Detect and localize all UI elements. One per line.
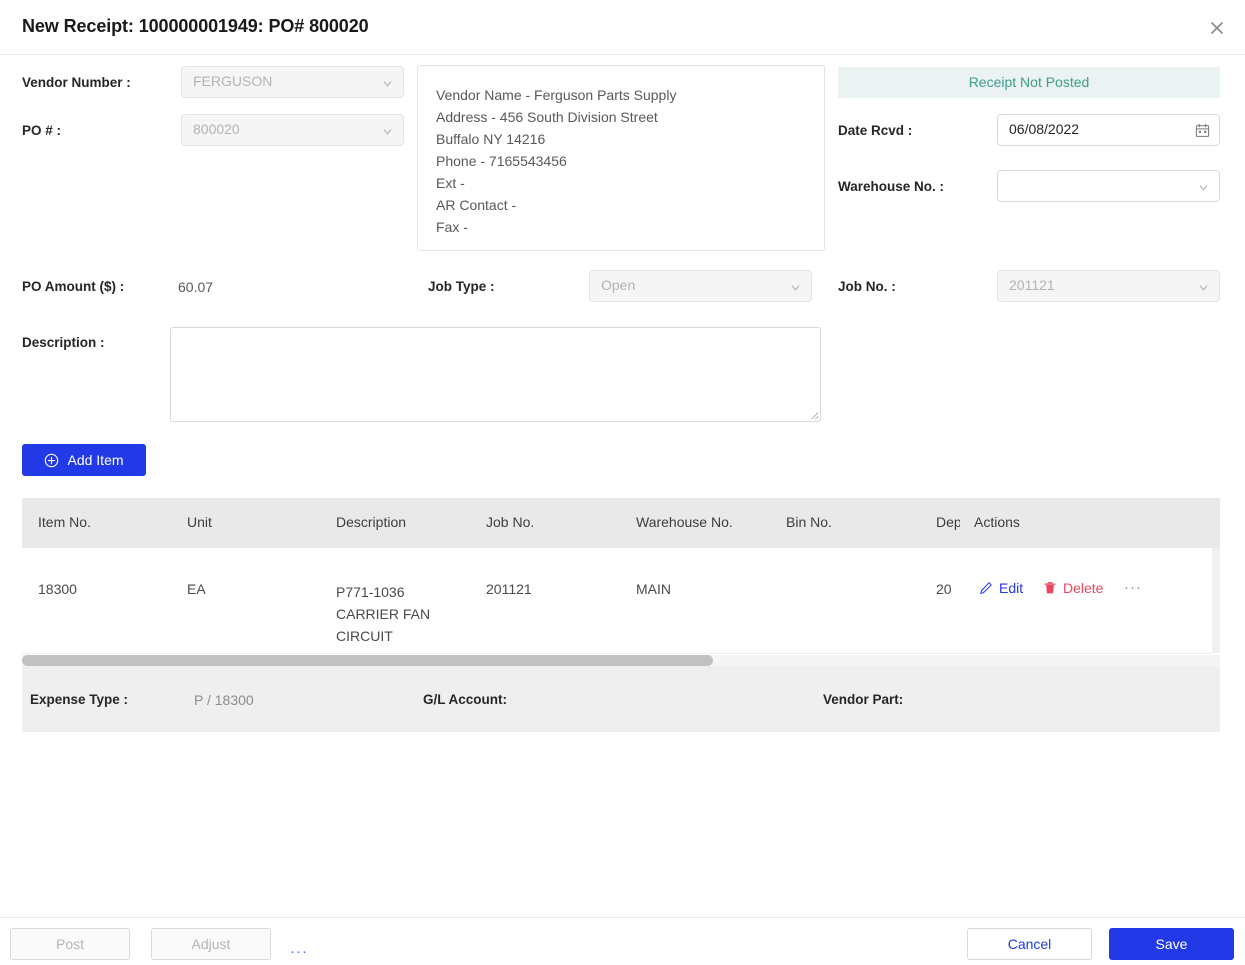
vendor-info-line: Fax - xyxy=(436,219,468,235)
vendor-number-label: Vendor Number : xyxy=(22,75,131,90)
table-header-actions: Actions xyxy=(974,514,1020,530)
edit-button[interactable]: Edit xyxy=(979,580,1023,596)
job-no-select[interactable]: 201121 xyxy=(997,270,1220,302)
description-input[interactable] xyxy=(170,327,821,422)
table-row: 18300 EA P771-1036 CARRIER FAN CIRCUIT 2… xyxy=(22,548,1212,654)
post-button[interactable]: Post xyxy=(10,928,130,960)
cell-unit: EA xyxy=(187,581,206,597)
job-type-label: Job Type : xyxy=(428,279,495,294)
table-vertical-scrollbar[interactable] xyxy=(1212,548,1220,653)
plus-circle-icon xyxy=(44,453,59,468)
table-header-row: Item No. Unit Description Job No. Wareho… xyxy=(22,498,1220,548)
gl-account-label: G/L Account: xyxy=(423,692,507,707)
description-label: Description : xyxy=(22,335,105,350)
cell-description: P771-1036 CARRIER FAN CIRCUIT xyxy=(336,584,431,644)
vendor-info-line: AR Contact - xyxy=(436,197,517,213)
po-number-select[interactable]: 800020 xyxy=(181,114,404,146)
adjust-button[interactable]: Adjust xyxy=(151,928,271,960)
chevron-down-icon xyxy=(790,282,801,293)
vendor-info-line: Ext - xyxy=(436,175,465,191)
vendor-info-line: Phone - 7165543456 xyxy=(436,153,567,169)
po-number-value: 800020 xyxy=(193,121,240,137)
expanded-row-detail: Expense Type : P / 18300 G/L Account: Ve… xyxy=(22,666,1220,732)
date-rcvd-label: Date Rcvd : xyxy=(838,123,913,138)
date-rcvd-value: 06/08/2022 xyxy=(1009,121,1080,137)
job-type-value: Open xyxy=(601,277,636,293)
status-badge: Receipt Not Posted xyxy=(838,67,1220,98)
chevron-down-icon xyxy=(1198,282,1209,293)
vendor-number-select[interactable]: FERGUSON xyxy=(181,66,404,98)
chevron-down-icon xyxy=(1198,182,1209,193)
warehouse-no-select[interactable] xyxy=(997,170,1220,202)
vendor-info-line: Buffalo NY 14216 xyxy=(436,131,546,147)
job-type-select[interactable]: Open xyxy=(589,270,812,302)
calendar-icon[interactable] xyxy=(1195,123,1210,138)
vendor-number-value: FERGUSON xyxy=(193,73,273,89)
table-header-unit[interactable]: Unit xyxy=(187,514,212,530)
po-amount-label: PO Amount ($) : xyxy=(22,279,125,294)
table-header-bin-no[interactable]: Bin No. xyxy=(786,514,832,530)
cell-dept: 20 xyxy=(936,581,952,597)
table-header-item-no[interactable]: Item No. xyxy=(38,514,91,530)
expense-type-label: Expense Type : xyxy=(30,692,129,707)
add-item-button[interactable]: Add Item xyxy=(22,444,146,476)
row-overflow-menu-icon[interactable]: ··· xyxy=(1124,579,1142,596)
add-item-label: Add Item xyxy=(67,452,124,468)
job-no-value: 201121 xyxy=(1009,277,1055,293)
pencil-icon xyxy=(979,581,993,595)
save-button[interactable]: Save xyxy=(1109,928,1234,960)
vendor-info-card: Vendor Name - Ferguson Parts Supply Addr… xyxy=(417,65,825,251)
close-icon[interactable] xyxy=(1203,14,1231,42)
table-header-job-no[interactable]: Job No. xyxy=(486,514,534,530)
delete-button[interactable]: Delete xyxy=(1043,580,1103,596)
cell-job-no: 201121 xyxy=(486,581,532,597)
table-header-dept[interactable]: Dep xyxy=(936,514,960,530)
edit-label: Edit xyxy=(999,580,1024,596)
table-header-warehouse-no[interactable]: Warehouse No. xyxy=(636,514,733,530)
po-number-label: PO # : xyxy=(22,123,62,138)
footer-overflow-menu-icon[interactable]: ··· xyxy=(290,943,308,960)
job-no-label: Job No. : xyxy=(838,279,896,294)
cancel-button[interactable]: Cancel xyxy=(967,928,1092,960)
vendor-info-line: Address - 456 South Division Street xyxy=(436,109,658,125)
trash-icon xyxy=(1043,581,1057,595)
dialog-footer: Post Adjust ··· Cancel Save xyxy=(0,917,1245,965)
expense-type-value: P / 18300 xyxy=(194,692,254,708)
vendor-part-label: Vendor Part: xyxy=(823,692,904,707)
scrollbar-thumb[interactable] xyxy=(22,655,713,666)
chevron-down-icon xyxy=(382,126,393,137)
vendor-info-line: Vendor Name - Ferguson Parts Supply xyxy=(436,87,677,103)
cell-warehouse-no: MAIN xyxy=(636,581,671,597)
warehouse-no-label: Warehouse No. : xyxy=(838,179,945,194)
items-table: Item No. Unit Description Job No. Wareho… xyxy=(22,498,1220,732)
page-title: New Receipt: 100000001949: PO# 800020 xyxy=(22,16,369,36)
po-amount-value: 60.07 xyxy=(178,279,214,295)
cell-item-no: 18300 xyxy=(38,581,77,597)
date-rcvd-input[interactable]: 06/08/2022 xyxy=(997,114,1220,146)
delete-label: Delete xyxy=(1063,580,1104,596)
chevron-down-icon xyxy=(382,78,393,89)
table-header-description[interactable]: Description xyxy=(336,514,406,530)
table-horizontal-scrollbar[interactable] xyxy=(22,655,1220,666)
dialog-titlebar: New Receipt: 100000001949: PO# 800020 xyxy=(0,0,1245,55)
